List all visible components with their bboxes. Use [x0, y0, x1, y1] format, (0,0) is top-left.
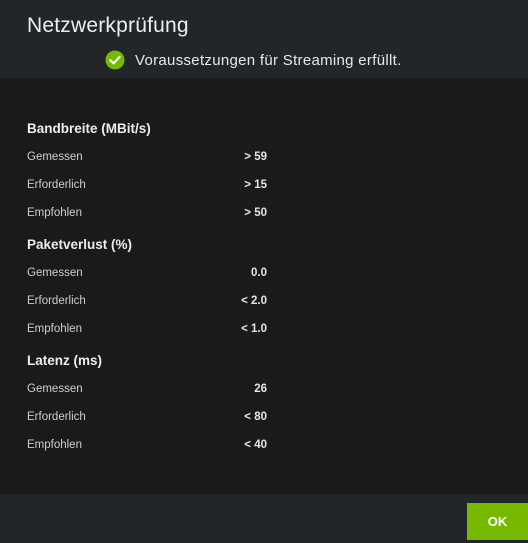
row-label: Empfohlen [27, 323, 82, 335]
result-row: Empfohlen < 40 [27, 439, 267, 455]
row-value: < 2.0 [241, 295, 267, 307]
row-value: < 80 [244, 411, 267, 423]
network-test-dialog: Netzwerkprüfung Voraussetzungen für Stre… [0, 0, 528, 543]
result-row: Gemessen 0.0 [27, 267, 267, 283]
row-value: > 59 [244, 151, 267, 163]
row-label: Gemessen [27, 267, 83, 279]
row-value: < 1.0 [241, 323, 267, 335]
row-value: 26 [254, 383, 267, 395]
status-message: Voraussetzungen für Streaming erfüllt. [105, 49, 402, 71]
ok-button[interactable]: OK [467, 503, 528, 540]
result-row: Erforderlich > 15 [27, 179, 267, 195]
dialog-footer [0, 494, 528, 543]
row-label: Empfohlen [27, 439, 82, 451]
row-value: < 40 [244, 439, 267, 451]
row-label: Gemessen [27, 151, 83, 163]
section-title-latency: Latenz (ms) [27, 353, 103, 368]
row-value: 0.0 [251, 267, 267, 279]
result-row: Gemessen 26 [27, 383, 267, 399]
result-row: Empfohlen < 1.0 [27, 323, 267, 339]
row-value: > 15 [244, 179, 267, 191]
section-title-bandwidth: Bandbreite (MBit/s) [27, 121, 151, 136]
row-value: > 50 [244, 207, 267, 219]
row-label: Erforderlich [27, 295, 86, 307]
status-text: Voraussetzungen für Streaming erfüllt. [135, 51, 402, 69]
result-row: Gemessen > 59 [27, 151, 267, 167]
result-row: Empfohlen > 50 [27, 207, 267, 223]
row-label: Gemessen [27, 383, 83, 395]
dialog-header: Netzwerkprüfung Voraussetzungen für Stre… [0, 0, 528, 78]
row-label: Erforderlich [27, 179, 86, 191]
row-label: Erforderlich [27, 411, 86, 423]
section-title-packet-loss: Paketverlust (%) [27, 237, 133, 252]
row-label: Empfohlen [27, 207, 82, 219]
check-circle-icon [105, 50, 125, 70]
dialog-title: Netzwerkprüfung [27, 14, 189, 37]
result-row: Erforderlich < 80 [27, 411, 267, 427]
result-row: Erforderlich < 2.0 [27, 295, 267, 311]
